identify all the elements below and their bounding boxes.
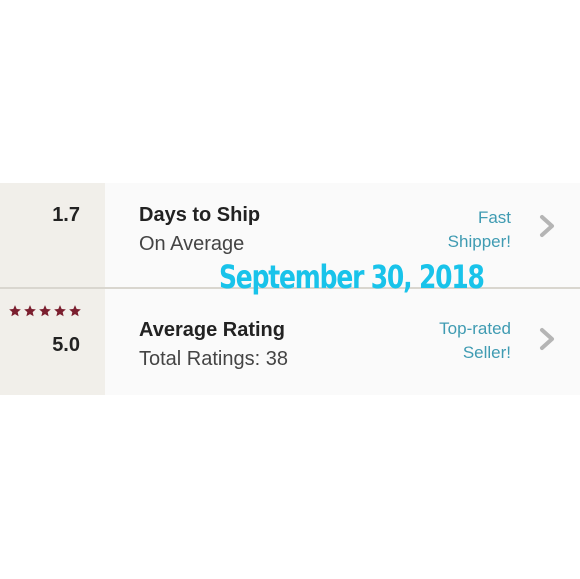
total-ratings-text: Total Ratings: 38 <box>139 348 288 370</box>
days-to-ship-subtitle: On Average <box>139 233 245 255</box>
date-overlay-text: September 30, 2018 <box>219 258 485 296</box>
top-rated-badge-line1: Top-rated <box>439 319 511 338</box>
days-to-ship-title: Days to Ship <box>139 204 261 226</box>
star-icon <box>69 305 81 317</box>
rating-stars <box>8 304 82 320</box>
fast-shipper-badge-line2: Shipper! <box>447 232 511 251</box>
average-rating-value: 5.0 <box>52 334 80 356</box>
average-rating-title: Average Rating <box>139 319 285 341</box>
chevron-right-icon[interactable] <box>538 213 556 239</box>
fast-shipper-badge-line1: Fast <box>477 208 511 227</box>
average-rating-row[interactable]: 5.0 Average Rating Total Ratings: 38 Top… <box>0 290 580 395</box>
star-icon <box>54 305 66 317</box>
star-icon <box>24 305 36 317</box>
fast-shipper-badge[interactable]: Fast Shipper! <box>371 206 511 254</box>
top-rated-seller-badge[interactable]: Top-rated Seller! <box>371 317 511 365</box>
chevron-right-icon[interactable] <box>538 326 556 352</box>
star-icon <box>39 305 51 317</box>
top-rated-badge-line2: Seller! <box>462 343 511 362</box>
days-to-ship-value: 1.7 <box>52 204 80 226</box>
star-icon <box>9 305 21 317</box>
